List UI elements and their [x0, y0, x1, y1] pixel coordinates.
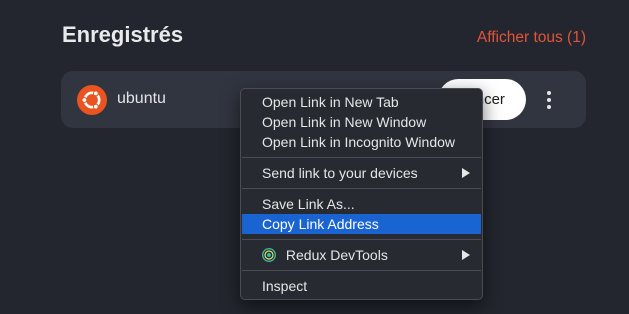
menu-item-open-incognito[interactable]: Open Link in Incognito Window [241, 132, 482, 152]
menu-separator [242, 270, 481, 271]
submenu-arrow-icon [462, 250, 470, 260]
menu-separator [242, 239, 481, 240]
menu-item-open-new-tab[interactable]: Open Link in New Tab [241, 92, 482, 112]
menu-item-inspect[interactable]: Inspect [241, 276, 482, 296]
menu-separator [242, 188, 481, 189]
more-vertical-icon[interactable] [539, 88, 559, 112]
kebab-dot [547, 98, 551, 102]
menu-item-copy-link-address[interactable]: Copy Link Address [242, 214, 481, 234]
redux-devtools-icon [262, 248, 276, 262]
menu-item-open-new-window[interactable]: Open Link in New Window [241, 112, 482, 132]
section-title: Enregistrés [62, 22, 184, 47]
submenu-arrow-icon [462, 168, 470, 178]
context-menu: Open Link in New Tab Open Link in New Wi… [240, 88, 483, 300]
menu-item-label: Redux DevTools [285, 247, 388, 263]
kebab-dot [547, 105, 551, 109]
saved-item-label: ubuntu [117, 90, 166, 107]
menu-item-send-link[interactable]: Send link to your devices [241, 163, 482, 183]
menu-separator [242, 157, 481, 158]
menu-item-save-link-as[interactable]: Save Link As... [241, 194, 482, 214]
kebab-dot [547, 91, 551, 95]
show-all-link[interactable]: Afficher tous (1) [477, 29, 586, 47]
ubuntu-logo-icon [77, 85, 107, 115]
menu-item-redux-devtools[interactable]: Redux DevTools [241, 245, 482, 265]
menu-item-label: Send link to your devices [262, 165, 418, 181]
